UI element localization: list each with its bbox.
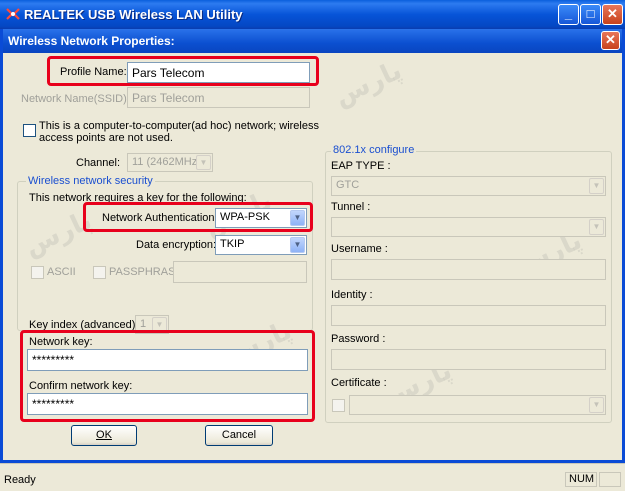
chevron-down-icon: ▼ <box>196 155 211 170</box>
window-titlebar[interactable]: REALTEK USB Wireless LAN Utility _ □ ✕ <box>0 0 625 29</box>
dialog-title: Wireless Network Properties: <box>8 34 175 48</box>
ssid-label: Network Name(SSID): <box>21 93 130 105</box>
passphrase-checkbox[interactable] <box>93 266 106 279</box>
status-bar: Ready NUM <box>0 463 625 491</box>
tunnel-select[interactable]: ▼ <box>331 217 606 237</box>
encryption-value: TKIP <box>220 238 245 250</box>
eap-type-value: GTC <box>336 179 360 191</box>
channel-label: Channel: <box>76 157 121 169</box>
certificate-select[interactable]: ▼ <box>349 395 606 415</box>
num-lock-indicator: NUM <box>565 472 597 487</box>
certificate-label: Certificate : <box>331 377 387 389</box>
wireless-properties-dialog: Wireless Network Properties: ✕ پارس پارس… <box>0 29 625 463</box>
keys-highlight <box>20 330 315 422</box>
identity-field[interactable] <box>331 305 606 326</box>
watermark-logo: پارس <box>329 55 407 113</box>
ascii-label: ASCII <box>47 266 76 278</box>
username-label: Username : <box>331 243 388 255</box>
passphrase-field[interactable] <box>173 261 307 283</box>
identity-label: Identity : <box>331 289 373 301</box>
key-index-value: 1 <box>140 318 147 330</box>
profile-name-highlight <box>47 56 319 86</box>
tunnel-label: Tunnel : <box>331 201 371 213</box>
window-close-button[interactable]: ✕ <box>602 4 623 25</box>
window-title: REALTEK USB Wireless LAN Utility <box>24 7 243 22</box>
ascii-checkbox[interactable] <box>31 266 44 279</box>
encryption-label: Data encryption: <box>136 239 217 251</box>
ok-button-label: OK <box>96 429 112 441</box>
dialog-close-button[interactable]: ✕ <box>601 31 620 50</box>
channel-value: 11 (2462MHz) <box>132 156 201 168</box>
minimize-button[interactable]: _ <box>558 4 579 25</box>
username-field[interactable] <box>331 259 606 280</box>
chevron-down-icon: ▼ <box>589 178 604 194</box>
certificate-checkbox[interactable] <box>332 399 345 412</box>
chevron-down-icon: ▼ <box>589 397 604 413</box>
auth-highlight <box>83 202 313 232</box>
status-text: Ready <box>4 474 36 486</box>
encryption-select[interactable]: TKIP ▼ <box>215 235 307 255</box>
maximize-button[interactable]: □ <box>580 4 601 25</box>
adhoc-checkbox[interactable] <box>23 124 36 137</box>
eap-type-select[interactable]: GTC ▼ <box>331 176 606 196</box>
password-label: Password : <box>331 333 386 345</box>
ssid-field[interactable]: Pars Telecom <box>127 87 310 108</box>
channel-select[interactable]: 11 (2462MHz) ▼ <box>127 153 213 172</box>
adhoc-label-line2: access points are not used. <box>39 132 173 144</box>
chevron-down-icon: ▼ <box>589 219 604 235</box>
adhoc-label-line1: This is a computer-to-computer(ad hoc) n… <box>39 120 319 132</box>
ok-button[interactable]: OK <box>71 425 137 446</box>
password-field[interactable] <box>331 349 606 370</box>
status-cell-empty <box>599 472 621 487</box>
cancel-button[interactable]: Cancel <box>205 425 273 446</box>
dialog-titlebar[interactable]: Wireless Network Properties: ✕ <box>3 29 622 53</box>
eap-group-title: 802.1x configure <box>331 144 417 156</box>
eap-type-label: EAP TYPE : <box>331 160 391 172</box>
passphrase-label: PASSPHRASE <box>109 266 183 278</box>
cancel-button-label: Cancel <box>221 429 257 441</box>
security-group-title: Wireless network security <box>26 175 155 187</box>
chevron-down-icon: ▼ <box>290 237 305 253</box>
realtek-app-icon <box>6 8 20 20</box>
